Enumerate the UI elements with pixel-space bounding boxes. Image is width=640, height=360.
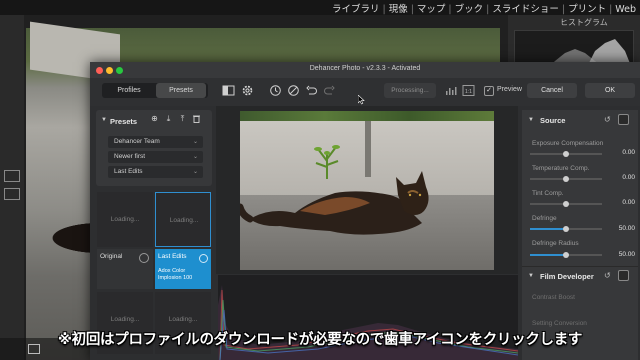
history-icon[interactable]: [269, 84, 282, 97]
preview-checkbox[interactable]: ✓: [484, 86, 494, 96]
preset-thumbnail-original[interactable]: Original: [97, 249, 153, 289]
chevron-down-icon: ⌄: [192, 139, 198, 145]
exposure-compensation-value[interactable]: 0.00: [605, 149, 635, 156]
lightroom-panel-toggle[interactable]: [4, 188, 20, 200]
histogram-label: ヒストグラム: [560, 18, 608, 27]
ok-button[interactable]: OK: [585, 83, 635, 98]
preset-thumbnail[interactable]: Loading...: [97, 192, 153, 247]
exposure-compensation-slider[interactable]: [530, 151, 602, 157]
import-preset-icon[interactable]: ⤓: [164, 114, 173, 123]
module-book[interactable]: ブック: [455, 4, 484, 15]
add-preset-icon[interactable]: ⊕: [150, 114, 159, 123]
preset-thumbnail-last-edits[interactable]: Last Edits Adox Color Implosion 100: [155, 249, 211, 289]
defringe-slider[interactable]: [530, 226, 602, 232]
undo-icon[interactable]: [305, 84, 318, 97]
defringe-radius-label: Defringe Radius: [532, 240, 579, 247]
tint-comp-label: Tint Comp.: [532, 190, 564, 197]
module-slideshow[interactable]: スライドショー: [492, 4, 559, 15]
export-preset-icon[interactable]: ⤒: [178, 114, 187, 123]
history-icon: [199, 254, 208, 263]
slider-knob[interactable]: [563, 252, 569, 258]
reset-icon[interactable]: [287, 84, 300, 97]
redo-icon[interactable]: [323, 84, 336, 97]
collapse-chevron-icon[interactable]: ▼: [528, 117, 534, 123]
tint-comp-value[interactable]: 0.00: [605, 199, 635, 206]
window-title: Dehancer Photo - v2.3.3 - Activated: [309, 65, 421, 72]
defringe-radius-slider[interactable]: [530, 252, 602, 258]
slider-knob[interactable]: [563, 176, 569, 182]
section-divider: [522, 266, 638, 267]
cancel-button[interactable]: Cancel: [527, 83, 577, 98]
tab-profiles[interactable]: Profiles: [104, 83, 154, 98]
module-print[interactable]: プリント: [568, 4, 606, 15]
slider-knob[interactable]: [563, 226, 569, 232]
photo-cat: [240, 171, 429, 235]
chevron-down-icon: ⌄: [192, 154, 198, 160]
sort-dropdown[interactable]: Newer first ⌄: [108, 151, 203, 163]
reset-section-icon[interactable]: ↺: [604, 271, 611, 280]
dehancer-window: Dehancer Photo - v2.3.3 - Activated Prof…: [90, 62, 640, 360]
setting-conversion-label: Setting Conversion: [532, 320, 587, 327]
source-section-title: Source: [540, 116, 566, 125]
defringe-radius-value[interactable]: 50.00: [605, 251, 635, 258]
chevron-down-icon: ⌄: [192, 169, 198, 175]
section-toggle[interactable]: [618, 270, 629, 281]
video-caption: ※初回はプロファイルのダウンロードが必要なので歯車アイコンをクリックします: [57, 332, 583, 348]
collapse-chevron-icon[interactable]: ▼: [528, 273, 534, 279]
presets-title: Presets: [110, 117, 138, 126]
no-entry-icon: [139, 253, 149, 263]
preset-thumbnail[interactable]: Loading...: [155, 192, 211, 247]
temperature-comp-label: Temperature Comp.: [532, 165, 590, 172]
exposure-compensation-label: Exposure Compensation: [532, 140, 604, 147]
slider-knob[interactable]: [563, 201, 569, 207]
tab-presets[interactable]: Presets: [156, 83, 206, 98]
one-to-one-zoom-icon[interactable]: 1:1: [462, 84, 475, 97]
collapse-chevron-icon[interactable]: ▼: [101, 117, 107, 123]
lightroom-panel-toggle[interactable]: [4, 170, 20, 182]
contrast-boost-label: Contrast Boost: [532, 294, 575, 301]
preview-label: Preview: [497, 86, 522, 93]
delete-preset-icon[interactable]: [192, 114, 201, 123]
slider-knob[interactable]: [563, 151, 569, 157]
lightroom-module-picker: ライブラリ | 現像 | マップ | ブック | スライドショー | プリント | Web: [331, 4, 636, 15]
module-web[interactable]: Web: [615, 4, 636, 15]
temperature-comp-slider[interactable]: [530, 176, 602, 182]
svg-text:1:1: 1:1: [465, 89, 472, 95]
defringe-value[interactable]: 50.00: [605, 225, 635, 232]
processing-button[interactable]: Processing...: [384, 83, 436, 98]
section-toggle[interactable]: [618, 114, 629, 125]
mouse-cursor-icon: [357, 92, 366, 105]
histogram-toggle-icon[interactable]: [444, 84, 457, 97]
reset-section-icon[interactable]: ↺: [604, 115, 611, 124]
film-developer-section-title: Film Developer: [540, 272, 594, 281]
module-develop[interactable]: 現像: [389, 4, 408, 15]
category-dropdown[interactable]: Last Edits ⌄: [108, 166, 203, 178]
compare-view-icon[interactable]: [222, 84, 235, 97]
module-map[interactable]: マップ: [417, 4, 446, 15]
profiles-presets-tabs: Profiles Presets: [102, 83, 208, 98]
author-dropdown[interactable]: Dehancer Team ⌄: [108, 136, 203, 148]
title-bar: Dehancer Photo - v2.3.3 - Activated: [90, 62, 640, 79]
defringe-label: Defringe: [532, 215, 557, 222]
temperature-comp-value[interactable]: 0.00: [605, 174, 635, 181]
module-library[interactable]: ライブラリ: [332, 4, 380, 15]
gear-icon[interactable]: [241, 84, 254, 97]
preview-photo[interactable]: [240, 111, 494, 270]
tint-comp-slider[interactable]: [530, 201, 602, 207]
